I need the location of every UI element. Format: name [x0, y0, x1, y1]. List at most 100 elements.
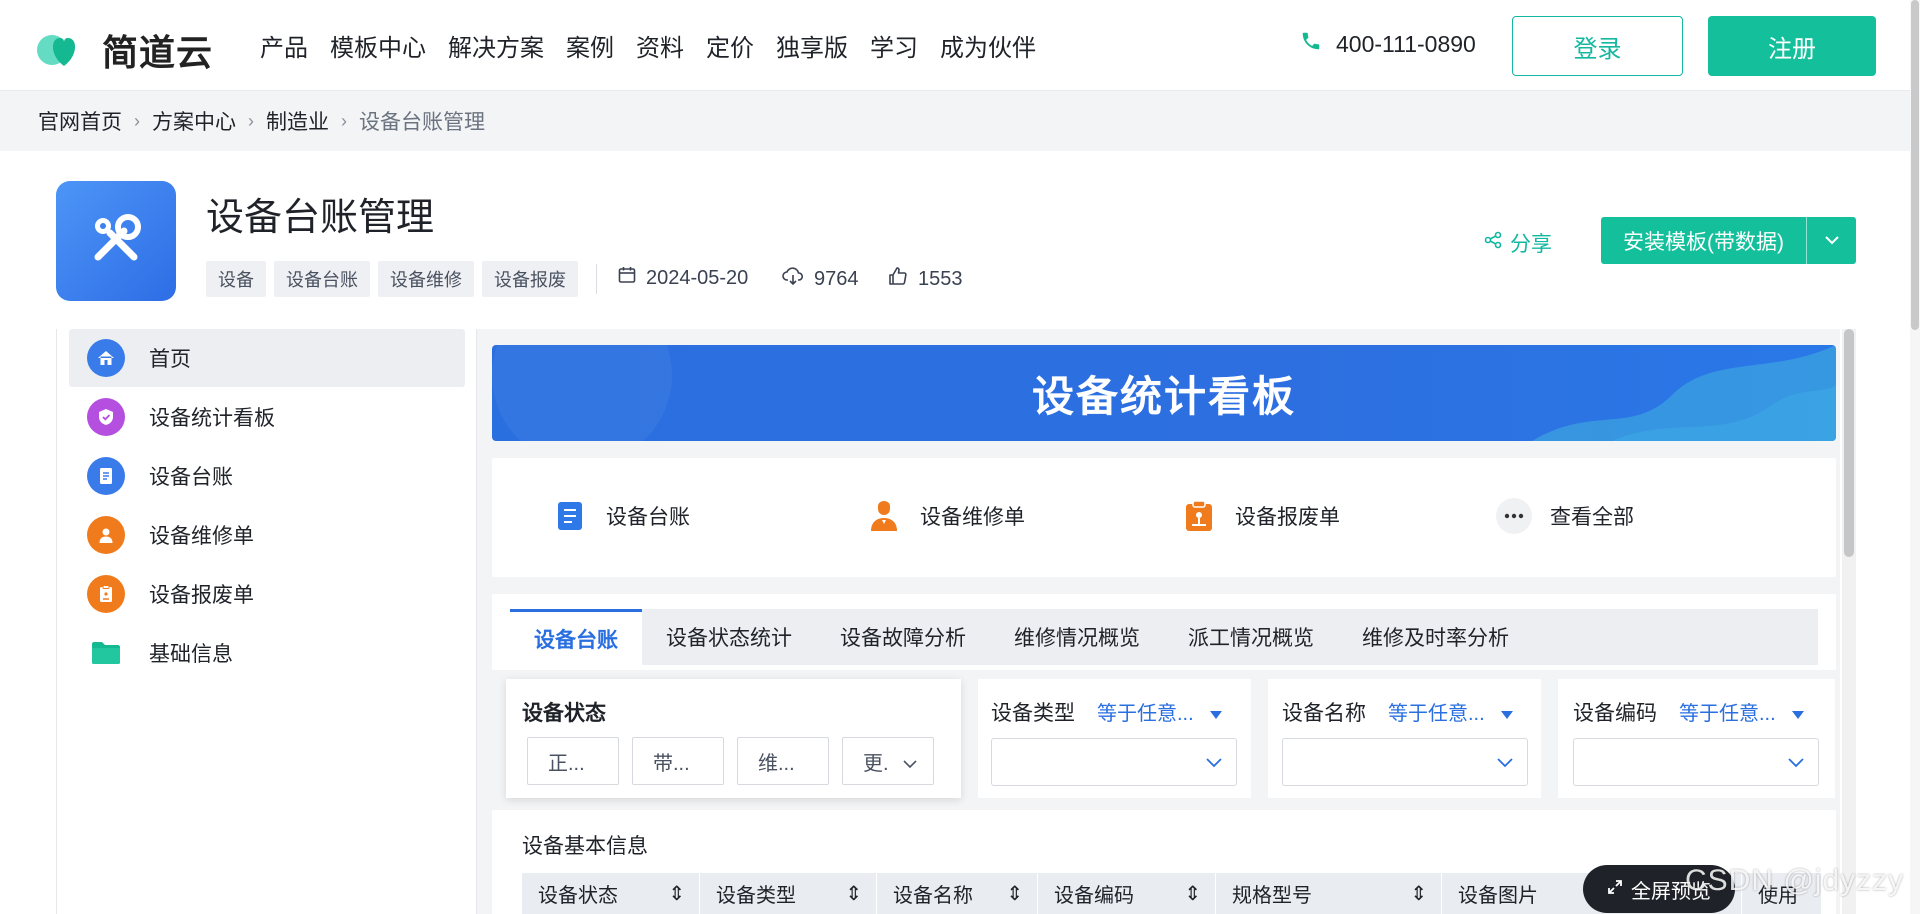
status-chip[interactable]: 带... [632, 737, 724, 785]
nav-item-solutions[interactable]: 解决方案 [448, 28, 544, 63]
preview-scrollbar-thumb[interactable] [1844, 329, 1854, 557]
sidebar-item-dashboard[interactable]: 设备统计看板 [69, 388, 465, 446]
tag[interactable]: 设备报废 [482, 261, 578, 297]
share-button[interactable]: 分享 [1484, 228, 1552, 258]
tag-list: 设备 设备台账 设备维修 设备报废 [206, 261, 578, 297]
calendar-icon [618, 266, 646, 290]
quick-link-view-all[interactable]: 查看全部 [1496, 498, 1634, 534]
status-chip[interactable]: 维... [737, 737, 829, 785]
name-filter-select[interactable] [1282, 738, 1528, 786]
brand-logo[interactable]: 简道云 [36, 24, 213, 76]
status-filter-label: 设备状态 [522, 702, 606, 725]
tag[interactable]: 设备台账 [274, 261, 370, 297]
code-filter-label: 设备编码 [1573, 702, 1657, 725]
document-icon [87, 457, 125, 495]
home-icon [87, 339, 125, 377]
share-label: 分享 [1510, 233, 1552, 256]
sort-icon: ⇕ [1006, 883, 1023, 905]
top-header: 简道云 产品 模板中心 解决方案 案例 资料 定价 独享版 学习 成为伙伴 40… [0, 0, 1910, 91]
code-filter-select[interactable] [1573, 738, 1819, 786]
nav-item-partner[interactable]: 成为伙伴 [940, 28, 1036, 63]
sort-icon: ⇕ [1184, 883, 1201, 905]
nav-item-cases[interactable]: 案例 [566, 28, 614, 63]
sidebar-item-repair[interactable]: 设备维修单 [69, 506, 465, 564]
page-title: 设备台账管理 [206, 197, 435, 239]
breadcrumb-solutions[interactable]: 方案中心 [152, 106, 236, 136]
quick-link-scrap[interactable]: 设备报废单 [1181, 498, 1340, 534]
tab-ledger[interactable]: 设备台账 [510, 609, 642, 665]
clipboard-icon [1181, 498, 1217, 534]
tab-dispatch-overview[interactable]: 派工情况概览 [1164, 609, 1338, 665]
page-scrollbar-thumb[interactable] [1911, 0, 1919, 330]
column-header[interactable]: 设备名称 ⇕ [877, 873, 1038, 914]
status-more-dropdown[interactable]: 更. [842, 737, 934, 785]
sort-icon: ⇕ [845, 883, 862, 905]
quick-link-ledger[interactable]: 设备台账 [552, 498, 690, 534]
publish-date: 2024-05-20 [618, 266, 748, 290]
status-chip-label: 更. [863, 752, 889, 775]
phone-contact[interactable]: 400-111-0890 [1300, 30, 1476, 58]
worker-icon [87, 516, 125, 554]
column-header[interactable]: 设备编码 ⇕ [1038, 873, 1216, 914]
sort-icon: ⇕ [668, 883, 685, 905]
thumbs-up-icon [888, 266, 918, 292]
column-header[interactable]: 设备状态 ⇕ [522, 873, 700, 914]
tag[interactable]: 设备维修 [378, 261, 474, 297]
sidebar-item-scrap[interactable]: 设备报废单 [69, 565, 465, 623]
dashboard-banner: 设备统计看板 [492, 345, 1836, 441]
sidebar-item-label: 设备台账 [149, 466, 233, 489]
install-dropdown-button[interactable] [1806, 217, 1856, 264]
register-button[interactable]: 注册 [1708, 16, 1876, 76]
quick-link-repair[interactable]: 设备维修单 [866, 498, 1025, 534]
sort-icon: ⇕ [1410, 883, 1427, 905]
tab-timeliness-analysis[interactable]: 维修及时率分析 [1338, 609, 1533, 665]
template-icon [56, 181, 176, 301]
clipboard-icon [87, 575, 125, 613]
column-header[interactable]: 设备类型 ⇕ [700, 873, 877, 914]
report-tabs: 设备台账 设备状态统计 设备故障分析 维修情况概览 派工情况概览 维修及时率分析 [510, 609, 1818, 665]
phone-icon [1300, 30, 1336, 58]
nav-item-templates[interactable]: 模板中心 [330, 28, 426, 63]
caret-down-icon [1791, 703, 1805, 725]
sidebar-item-home[interactable]: 首页 [69, 329, 465, 387]
nav-item-pricing[interactable]: 定价 [706, 28, 754, 63]
caret-down-icon [1500, 703, 1514, 725]
column-label: 规格型号 [1232, 885, 1312, 907]
like-count[interactable]: 1553 [888, 266, 963, 292]
breadcrumb-manufacturing[interactable]: 制造业 [266, 106, 329, 136]
nav-item-learn[interactable]: 学习 [870, 28, 918, 63]
type-filter-select[interactable] [991, 738, 1237, 786]
folder-icon [87, 634, 125, 672]
nav-item-dedicated[interactable]: 独享版 [776, 28, 848, 63]
sidebar-item-label: 基础信息 [149, 643, 233, 666]
tab-status-stats[interactable]: 设备状态统计 [642, 609, 816, 665]
code-filter-operator[interactable]: 等于任意... [1679, 697, 1805, 726]
status-chip[interactable]: 正... [527, 737, 619, 785]
worker-icon [866, 498, 902, 534]
quick-link-label: 查看全部 [1550, 506, 1634, 529]
nav-item-resources[interactable]: 资料 [636, 28, 684, 63]
tag[interactable]: 设备 [206, 261, 266, 297]
install-template-button[interactable]: 安装模板(带数据) [1601, 217, 1806, 264]
nav-item-product[interactable]: 产品 [260, 28, 308, 63]
chevron-down-icon [903, 752, 917, 775]
tab-repair-overview[interactable]: 维修情况概览 [990, 609, 1164, 665]
operator-text: 等于任意... [1388, 703, 1485, 725]
type-filter-operator[interactable]: 等于任意... [1097, 697, 1223, 726]
operator-text: 等于任意... [1679, 703, 1776, 725]
login-button[interactable]: 登录 [1512, 16, 1683, 76]
sidebar-item-basic-info[interactable]: 基础信息 [69, 624, 465, 682]
download-count: 9764 [782, 266, 859, 292]
logo-heart-icon [36, 30, 92, 70]
likes-text: 1553 [918, 267, 963, 290]
brand-name: 简道云 [102, 32, 214, 73]
breadcrumb-home[interactable]: 官网首页 [38, 106, 122, 136]
downloads-text: 9764 [814, 267, 859, 290]
name-filter-operator[interactable]: 等于任意... [1388, 697, 1514, 726]
chevron-down-icon [1206, 755, 1222, 773]
column-header[interactable]: 规格型号 ⇕ [1216, 873, 1442, 914]
tab-fault-analysis[interactable]: 设备故障分析 [816, 609, 990, 665]
sidebar-item-ledger[interactable]: 设备台账 [69, 447, 465, 505]
main-nav: 产品 模板中心 解决方案 案例 资料 定价 独享版 学习 成为伙伴 [260, 28, 1058, 63]
chevron-right-icon: › [248, 110, 254, 131]
